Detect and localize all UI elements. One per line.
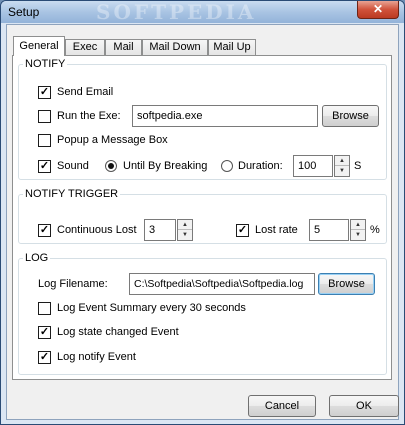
popup-checkbox-box <box>38 134 51 147</box>
general-tab-panel: NOTIFY ✓ Send Email Run the Exe: softped… <box>12 55 392 380</box>
spin-down-icon[interactable]: ▼ <box>351 230 365 240</box>
log-state-changed-checkbox[interactable]: ✓ Log state changed Event <box>38 323 218 341</box>
send-email-checkbox[interactable]: ✓ Send Email <box>38 83 238 101</box>
log-browse-button[interactable]: Browse <box>318 273 375 295</box>
duration-radio[interactable]: Duration: <box>221 157 291 175</box>
run-exe-checkbox[interactable]: Run the Exe: <box>38 107 138 125</box>
popup-checkbox[interactable]: Popup a Message Box <box>38 131 238 149</box>
cancel-button[interactable]: Cancel <box>248 395 316 417</box>
close-button[interactable]: ✕ <box>357 1 399 19</box>
lost-rate-check-icon: ✓ <box>236 224 249 237</box>
tab-mail[interactable]: Mail <box>105 39 142 56</box>
log-filename-input[interactable]: C:\Softpedia\Softpedia\Softpedia.log <box>129 273 315 295</box>
window-title: Setup <box>8 5 40 19</box>
notify-trigger-title: NOTIFY TRIGGER <box>25 188 119 200</box>
spin-down-icon[interactable]: ▼ <box>335 166 349 176</box>
notify-group-title: NOTIFY <box>25 58 66 70</box>
title-bar[interactable]: SOFTPEDIA Setup <box>1 0 404 24</box>
log-event-summary-label: Log Event Summary every 30 seconds <box>57 302 246 314</box>
exe-path-input[interactable]: softpedia.exe <box>132 105 318 127</box>
setup-window: SOFTPEDIA Setup ✕ General Exec Mail Mail… <box>0 0 405 425</box>
sound-label: Sound <box>57 160 89 172</box>
duration-unit: S <box>354 160 362 172</box>
lost-rate-input[interactable]: 5 <box>309 219 349 241</box>
notify-group: NOTIFY ✓ Send Email Run the Exe: softped… <box>18 58 387 180</box>
spin-up-icon[interactable]: ▲ <box>351 220 365 230</box>
tab-mail-up[interactable]: Mail Up <box>208 39 256 56</box>
tab-mail-down[interactable]: Mail Down <box>142 39 208 56</box>
sound-check-icon: ✓ <box>38 160 51 173</box>
continuous-lost-input[interactable]: 3 <box>144 219 176 241</box>
send-email-label: Send Email <box>57 86 114 98</box>
tab-exec[interactable]: Exec <box>65 39 105 56</box>
notify-trigger-group: NOTIFY TRIGGER ✓ Continuous Lost 3 ▲ ▼ ✓… <box>18 188 387 244</box>
lost-rate-spinner[interactable]: ▲ ▼ <box>350 219 366 241</box>
send-email-check-icon: ✓ <box>38 86 51 99</box>
continuous-lost-label: Continuous Lost <box>57 224 137 236</box>
log-notify-event-label: Log notify Event <box>57 351 136 363</box>
lost-rate-checkbox[interactable]: ✓ Lost rate <box>236 221 306 239</box>
until-breaking-radio[interactable]: Until By Breaking <box>105 157 215 175</box>
popup-label: Popup a Message Box <box>57 134 168 146</box>
log-event-summary-checkbox-box <box>38 302 51 315</box>
duration-spinner[interactable]: ▲ ▼ <box>334 155 350 177</box>
continuous-lost-checkbox[interactable]: ✓ Continuous Lost <box>38 221 148 239</box>
until-breaking-radio-dot <box>105 160 117 172</box>
spin-up-icon[interactable]: ▲ <box>178 220 192 230</box>
sound-checkbox[interactable]: ✓ Sound <box>38 157 108 175</box>
log-group-title: LOG <box>25 252 49 264</box>
duration-radio-dot <box>221 160 233 172</box>
log-group: LOG Log Filename: C:\Softpedia\Softpedia… <box>18 252 387 375</box>
run-exe-checkbox-box <box>38 110 51 123</box>
tab-general[interactable]: General <box>13 36 65 56</box>
log-state-changed-check-icon: ✓ <box>38 326 51 339</box>
lost-rate-unit: % <box>370 224 380 236</box>
continuous-lost-check-icon: ✓ <box>38 224 51 237</box>
log-filename-label: Log Filename: <box>38 278 108 290</box>
continuous-lost-spinner[interactable]: ▲ ▼ <box>177 219 193 241</box>
duration-label: Duration: <box>238 160 283 172</box>
spin-down-icon[interactable]: ▼ <box>178 230 192 240</box>
exe-browse-button[interactable]: Browse <box>322 105 379 127</box>
log-event-summary-checkbox[interactable]: Log Event Summary every 30 seconds <box>38 299 268 317</box>
log-state-changed-label: Log state changed Event <box>57 326 179 338</box>
close-icon: ✕ <box>372 2 384 16</box>
until-breaking-label: Until By Breaking <box>123 160 208 172</box>
dialog-client-area: General Exec Mail Mail Down Mail Up NOTI… <box>6 24 399 420</box>
lost-rate-label: Lost rate <box>255 224 298 236</box>
spin-up-icon[interactable]: ▲ <box>335 156 349 166</box>
ok-button[interactable]: OK <box>329 395 399 417</box>
log-notify-event-check-icon: ✓ <box>38 351 51 364</box>
title-watermark: SOFTPEDIA <box>96 0 257 24</box>
run-exe-label: Run the Exe: <box>57 110 121 122</box>
duration-input[interactable]: 100 <box>293 155 333 177</box>
log-notify-event-checkbox[interactable]: ✓ Log notify Event <box>38 348 188 366</box>
